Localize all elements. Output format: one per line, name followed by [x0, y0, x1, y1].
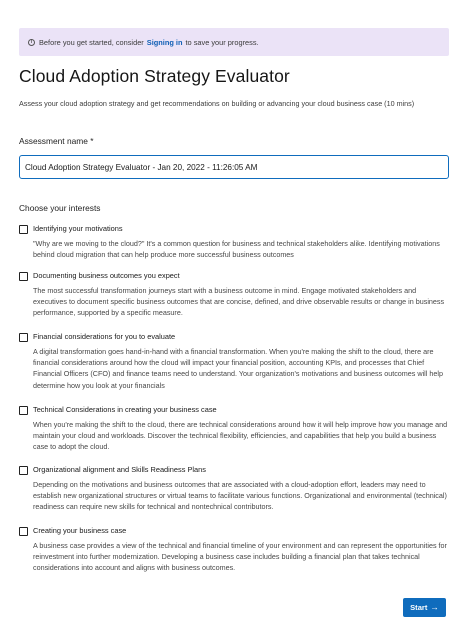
interest-item-financial: Financial considerations for you to eval…: [19, 332, 449, 391]
financial-checkbox[interactable]: [19, 332, 28, 342]
interest-title: Technical Considerations in creating you…: [33, 405, 217, 414]
info-icon: i: [28, 38, 35, 46]
assessment-name-label: Assessment name *: [19, 136, 94, 146]
interest-description: The most successful transformation journ…: [33, 286, 445, 318]
sign-in-banner: i Before you get started, consider Signi…: [19, 28, 449, 56]
business-case-checkbox[interactable]: [19, 526, 28, 536]
motivations-checkbox[interactable]: [19, 224, 28, 234]
interest-item-motivations: Identifying your motivations "Why are we…: [19, 224, 449, 260]
page-title: Cloud Adoption Strategy Evaluator: [19, 66, 290, 86]
interest-item-business-case: Creating your business case A business c…: [19, 526, 449, 574]
interest-title: Organizational alignment and Skills Read…: [33, 465, 206, 474]
sign-in-link[interactable]: Signing in: [147, 38, 183, 47]
interest-description: A digital transformation goes hand-in-ha…: [33, 347, 443, 390]
interest-title: Creating your business case: [33, 526, 127, 535]
banner-text-after: to save your progress.: [185, 37, 259, 47]
organizational-checkbox[interactable]: [19, 465, 28, 475]
interest-title: Financial considerations for you to eval…: [33, 332, 176, 341]
page-description: Assess your cloud adoption strategy and …: [19, 99, 415, 108]
interest-description: Depending on the motivations and busines…: [33, 480, 447, 512]
business-outcomes-checkbox[interactable]: [19, 271, 28, 281]
assessment-name-input[interactable]: [19, 155, 449, 179]
banner-text-before: Before you get started, consider: [39, 37, 144, 47]
interests-heading: Choose your interests: [19, 203, 101, 213]
interest-item-business-outcomes: Documenting business outcomes you expect…: [19, 271, 449, 319]
interest-title: Identifying your motivations: [33, 224, 123, 233]
arrow-right-icon: →: [430, 602, 439, 613]
interest-item-technical: Technical Considerations in creating you…: [19, 405, 449, 453]
interest-item-organizational: Organizational alignment and Skills Read…: [19, 465, 449, 513]
technical-checkbox[interactable]: [19, 405, 28, 415]
interest-description: "Why are we moving to the cloud?" It's a…: [33, 239, 440, 260]
interest-title: Documenting business outcomes you expect: [33, 271, 180, 280]
interest-description: A business case provides a view of the t…: [33, 541, 447, 573]
start-label: Start: [410, 603, 428, 612]
start-button[interactable]: Start →: [403, 598, 446, 617]
interest-description: When you're making the shift to the clou…: [33, 420, 448, 452]
